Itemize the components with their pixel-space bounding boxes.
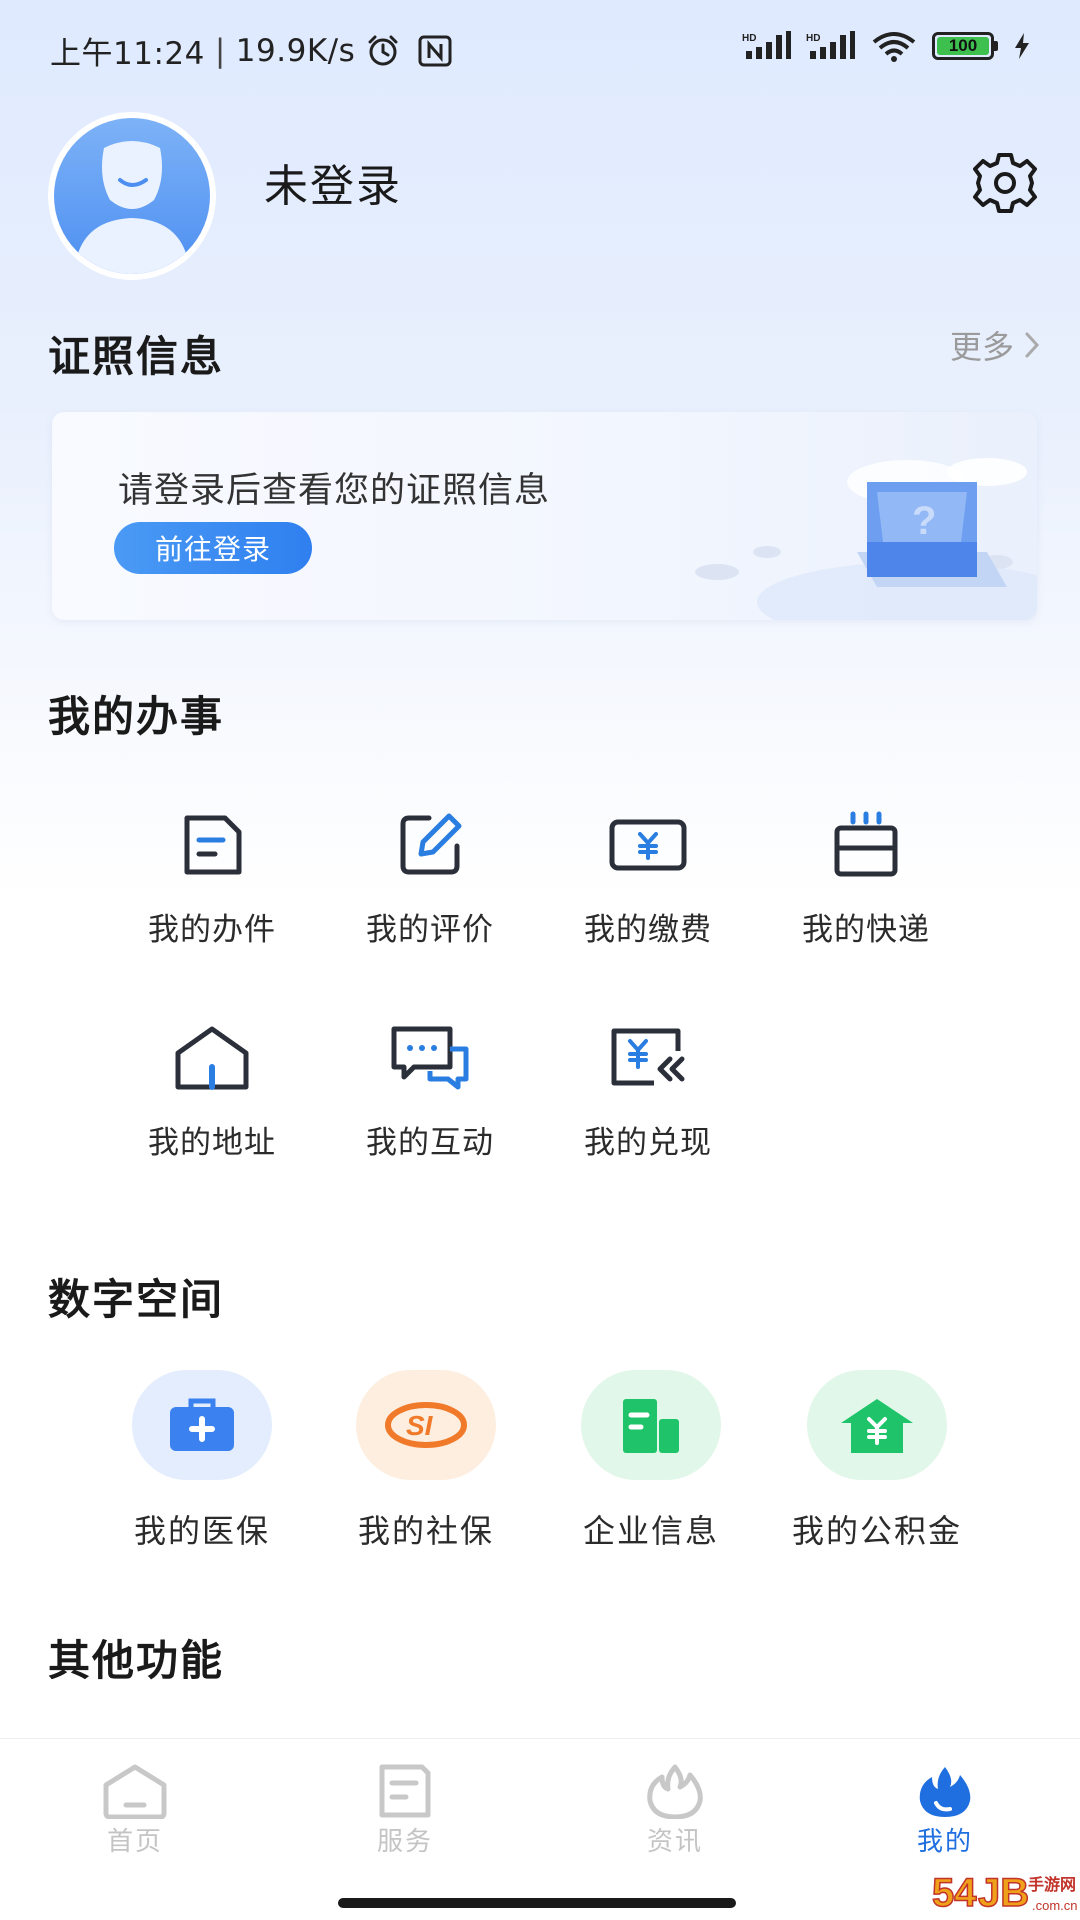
username-label[interactable]: 未登录 <box>264 150 402 214</box>
svg-text:.com.cn: .com.cn <box>1032 1898 1078 1913</box>
avatar[interactable] <box>48 112 216 280</box>
package-icon <box>821 800 911 890</box>
bottom-nav: 首页 服务 资讯 我的 <box>0 1738 1080 1888</box>
space-label: 我的公积金 <box>791 1512 962 1550</box>
svg-text:?: ? <box>912 499 936 543</box>
space-label: 企业信息 <box>582 1512 719 1550</box>
medical-kit-icon <box>132 1370 272 1480</box>
nav-tab-home[interactable]: 首页 <box>55 1763 215 1858</box>
redeem-icon <box>603 1013 693 1103</box>
svg-text:54: 54 <box>932 1871 977 1915</box>
status-left: 上午11:24 | 19.9K/s <box>50 28 453 73</box>
affair-label: 我的互动 <box>366 1125 494 1161</box>
license-message: 请登录后查看您的证照信息 <box>118 471 551 511</box>
other-section-title: 其他功能 <box>48 1636 225 1685</box>
license-card: 请登录后查看您的证照信息 前往登录 ? <box>52 412 1037 620</box>
status-speed: 19.9K/s <box>235 32 356 69</box>
settings-gear-icon[interactable] <box>970 152 1040 214</box>
home-indicator[interactable] <box>338 1898 736 1908</box>
nav-label: 我的 <box>916 1827 973 1857</box>
status-right: HD HD 100 <box>742 30 1032 62</box>
building-icon <box>581 1370 721 1480</box>
nfc-icon <box>418 35 452 66</box>
housing-fund-icon <box>807 1370 947 1480</box>
space-item-medical[interactable]: 我的医保 <box>92 1370 312 1552</box>
affair-label: 我的办件 <box>148 912 276 948</box>
affair-item-redeem[interactable]: 我的兑现 <box>548 1013 748 1162</box>
svg-text:JB: JB <box>978 1871 1029 1915</box>
affair-item-cases[interactable]: 我的办件 <box>112 800 312 949</box>
home-icon <box>103 1764 167 1819</box>
affair-label: 我的评价 <box>366 912 494 948</box>
payment-icon <box>603 800 693 890</box>
more-label: 更多 <box>949 328 1014 366</box>
space-item-housing-fund[interactable]: 我的公积金 <box>767 1370 987 1552</box>
svg-text:手游网: 手游网 <box>1028 1875 1076 1894</box>
affairs-section-title: 我的办事 <box>48 692 225 741</box>
social-security-icon: SI <box>356 1370 496 1480</box>
affair-label: 我的兑现 <box>584 1125 712 1161</box>
service-icon <box>379 1764 431 1818</box>
document-icon <box>167 800 257 890</box>
affair-item-interaction[interactable]: 我的互动 <box>330 1013 530 1162</box>
nav-tab-service[interactable]: 服务 <box>325 1763 485 1858</box>
affair-label: 我的快递 <box>802 912 930 948</box>
battery-icon: 100 <box>932 32 998 60</box>
space-item-enterprise[interactable]: 企业信息 <box>541 1370 761 1552</box>
status-bar: 上午11:24 | 19.9K/s HD HD 100 <box>0 0 1080 100</box>
nav-tab-mine[interactable]: 我的 <box>865 1763 1025 1858</box>
nav-label: 服务 <box>376 1827 433 1857</box>
charging-icon <box>1015 33 1029 59</box>
affair-item-express[interactable]: 我的快递 <box>766 800 966 949</box>
space-label: 我的社保 <box>357 1512 494 1550</box>
space-item-social-security[interactable]: SI 我的社保 <box>316 1370 536 1552</box>
nav-tab-news[interactable]: 资讯 <box>595 1763 755 1858</box>
flame-icon <box>647 1764 703 1819</box>
edit-icon <box>385 800 475 890</box>
signal-hd-icon-2: HD <box>806 31 855 59</box>
flame-filled-icon <box>919 1767 971 1817</box>
status-time: 上午11:24 <box>50 36 205 72</box>
status-separator: | <box>214 32 226 69</box>
svg-text:SI: SI <box>406 1410 434 1441</box>
avatar-image <box>54 118 210 274</box>
space-label: 我的医保 <box>133 1512 270 1550</box>
watermark-logo: 54 JB 手游网 .com.cn <box>930 1866 1080 1920</box>
affair-label: 我的缴费 <box>584 912 712 948</box>
go-login-button[interactable]: 前往登录 <box>114 522 312 574</box>
signal-hd-icon: HD <box>742 31 791 59</box>
digital-space-section-title: 数字空间 <box>48 1275 225 1324</box>
license-section-title: 证照信息 <box>48 332 225 381</box>
affair-item-reviews[interactable]: 我的评价 <box>330 800 530 949</box>
license-more-link[interactable]: 更多 <box>950 322 1040 368</box>
affair-item-address[interactable]: 我的地址 <box>112 1013 312 1162</box>
nav-label: 资讯 <box>646 1827 703 1857</box>
svg-text:HD: HD <box>742 33 756 44</box>
nav-label: 首页 <box>106 1827 163 1857</box>
empty-box-illustration: ? <box>695 458 1037 620</box>
affair-label: 我的地址 <box>148 1125 276 1161</box>
svg-text:HD: HD <box>806 33 820 44</box>
battery-level: 100 <box>948 36 978 55</box>
wifi-icon <box>872 32 916 62</box>
user-silhouette-icon <box>74 141 190 274</box>
house-icon <box>167 1013 257 1103</box>
affair-item-payments[interactable]: 我的缴费 <box>548 800 748 949</box>
alarm-icon <box>368 35 398 65</box>
chat-icon <box>385 1013 475 1103</box>
chevron-right-icon <box>1025 332 1040 358</box>
